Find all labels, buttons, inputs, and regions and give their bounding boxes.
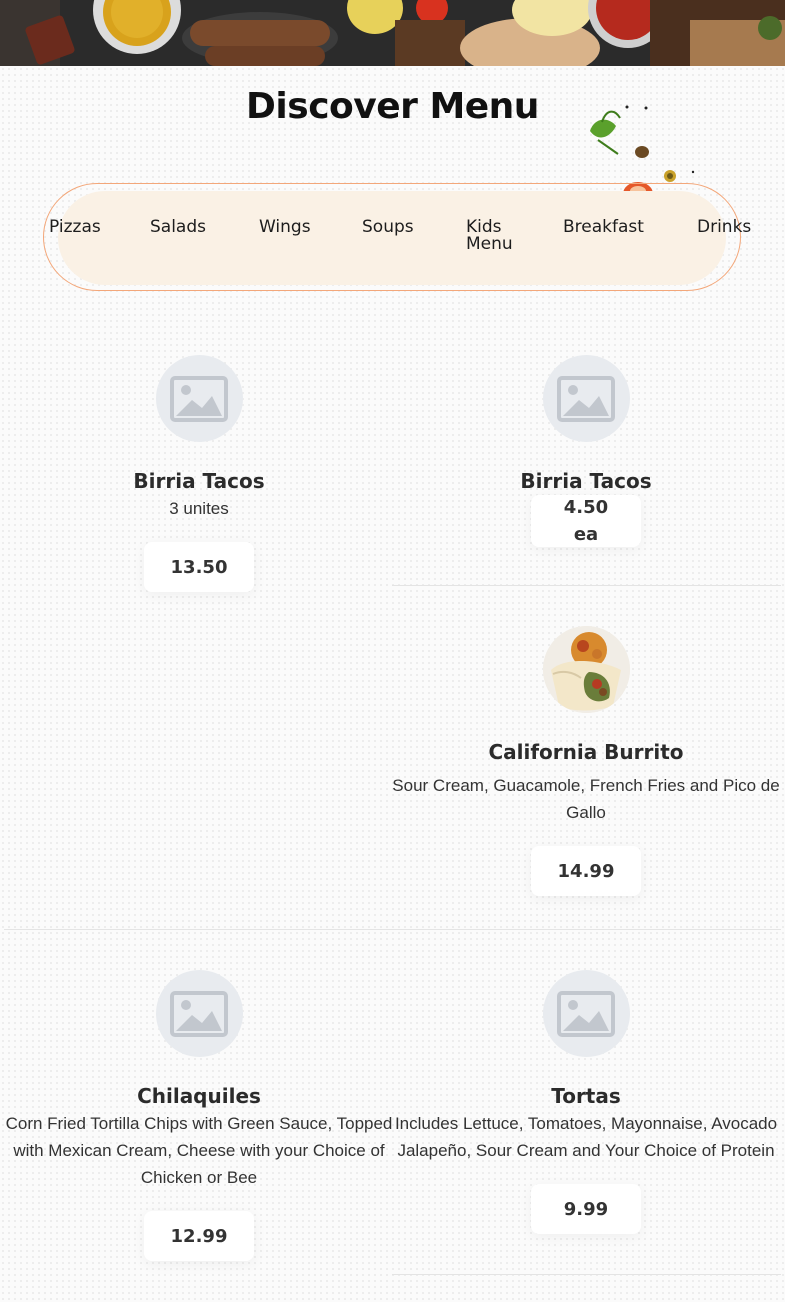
price-badge[interactable]: 12.99 — [144, 1211, 254, 1261]
divider — [392, 585, 781, 586]
price-badge[interactable]: 9.99 — [531, 1184, 641, 1234]
hero-banner-image — [0, 0, 785, 66]
category-nav — [58, 191, 726, 285]
nav-item-kids-menu[interactable]: Kids Menu — [466, 219, 522, 253]
menu-item-card: Tortas Includes Lettuce, Tomatoes, Mayon… — [391, 970, 781, 1234]
menu-item-name: Birria Tacos — [520, 469, 652, 493]
divider — [392, 1274, 781, 1275]
menu-item-card: Birria Tacos 3 unites 13.50 — [4, 355, 394, 592]
menu-item-card: Chilaquiles Corn Fried Tortilla Chips wi… — [4, 970, 394, 1261]
price-badge[interactable]: 13.50 — [144, 542, 254, 592]
nav-item-breakfast[interactable]: Breakfast — [563, 219, 644, 236]
image-placeholder-icon — [542, 970, 630, 1057]
image-placeholder-icon — [155, 355, 243, 442]
menu-item-name: Tortas — [551, 1084, 621, 1108]
menu-item-name: Birria Tacos — [133, 469, 265, 493]
menu-item-description: Includes Lettuce, Tomatoes, Mayonnaise, … — [394, 1114, 778, 1160]
price-badge[interactable]: 4.50 ea — [531, 495, 641, 547]
menu-item-card: California Burrito Sour Cream, Guacamole… — [391, 626, 781, 896]
nav-item-drinks[interactable]: Drinks — [697, 219, 751, 236]
menu-item-name: Chilaquiles — [137, 1084, 261, 1108]
nav-item-wings[interactable]: Wings — [259, 219, 311, 236]
menu-item-card: Birria Tacos 4.50 ea — [391, 355, 781, 547]
nav-item-salads[interactable]: Salads — [150, 219, 206, 236]
divider — [4, 929, 781, 930]
image-placeholder-icon — [155, 970, 243, 1057]
menu-item-name: California Burrito — [488, 740, 684, 764]
image-placeholder-icon — [542, 355, 630, 442]
nav-item-pizzas[interactable]: Pizzas — [49, 219, 101, 236]
burrito-photo — [542, 626, 630, 713]
price-badge[interactable]: 14.99 — [531, 846, 641, 896]
menu-item-description: 3 unites — [169, 499, 229, 518]
menu-item-description: Sour Cream, Guacamole, French Fries and … — [392, 776, 780, 822]
menu-item-description: Corn Fried Tortilla Chips with Green Sau… — [5, 1114, 393, 1187]
nav-item-soups[interactable]: Soups — [362, 219, 414, 236]
